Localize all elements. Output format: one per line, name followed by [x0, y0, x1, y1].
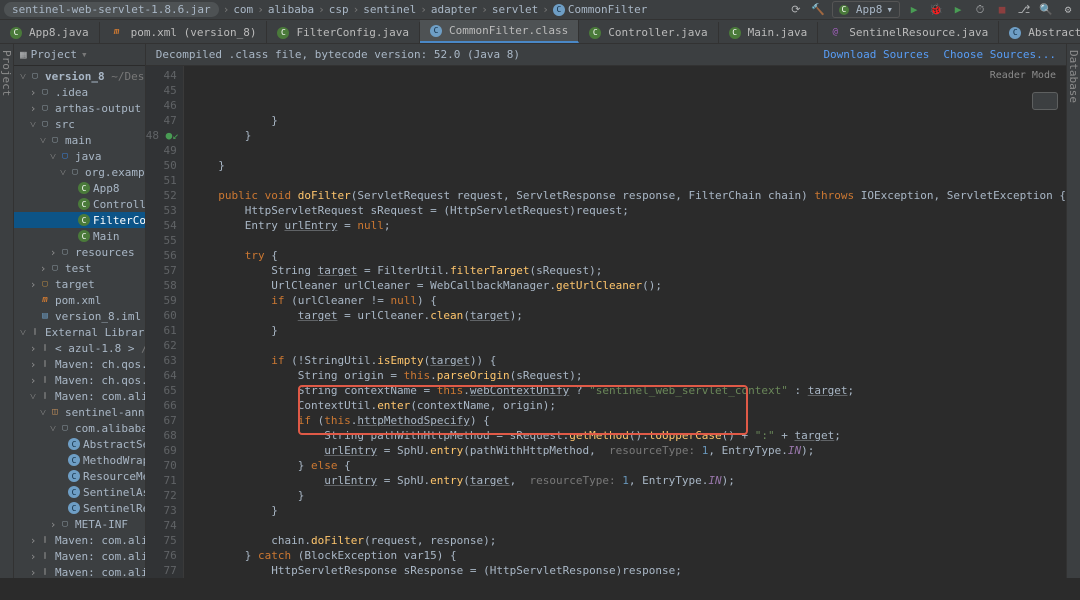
tree-item[interactable]: ˅▢org.example	[14, 164, 145, 180]
info-bar: Decompiled .class file, bytecode version…	[146, 44, 1066, 66]
tree-item[interactable]: ›⫾Maven: com.alibaba.csp:sentinel-da	[14, 548, 145, 564]
tab-controller[interactable]: CController.java	[579, 22, 718, 43]
tree-item[interactable]: ˅⫾Maven: com.alibaba.csp:sentinel-ar	[14, 388, 145, 404]
tree-item[interactable]: CMethodWrapper	[14, 452, 145, 468]
tab-pom[interactable]: mpom.xml (version_8)	[100, 21, 268, 43]
tree-item[interactable]: CSentinelAspect	[14, 484, 145, 500]
tab-app8[interactable]: CApp8.java	[0, 22, 100, 43]
editor-tabs: CApp8.java mpom.xml (version_8) CFilterC…	[0, 20, 1080, 44]
hammer-icon[interactable]: 🔨	[810, 2, 826, 18]
tree-item[interactable]: ›⫾Maven: ch.qos.logback:logback-cla	[14, 356, 145, 372]
breadcrumb: sentinel-web-servlet-1.8.6.jar ›com ›ali…	[0, 0, 1080, 20]
stop-icon[interactable]: ■	[994, 2, 1010, 18]
tree-item[interactable]: ›▢META-INF	[14, 516, 145, 532]
tree-item[interactable]: ˅▢java	[14, 148, 145, 164]
jar-pill: sentinel-web-servlet-1.8.6.jar	[4, 2, 219, 17]
run-config[interactable]: CApp8 ▾	[832, 1, 900, 18]
tab-sentinelresource[interactable]: @SentinelResource.java	[818, 21, 999, 43]
tree-item[interactable]: mpom.xml	[14, 292, 145, 308]
editor[interactable]: Reader Mode 4445464748 ●↙495051525354555…	[146, 66, 1066, 578]
gutter[interactable]: 4445464748 ●↙495051525354555657585960616…	[146, 66, 184, 578]
tree-item[interactable]: ˅▢com.alibaba.csp.sentinel.anno	[14, 420, 145, 436]
inspection-widget[interactable]	[1032, 92, 1058, 110]
tree-item[interactable]: ›▢target	[14, 276, 145, 292]
gear-icon[interactable]: ⚙	[1060, 2, 1076, 18]
tree-item[interactable]: ›⫾Maven: com.alibaba.csp:sentinel-cc	[14, 532, 145, 548]
git-icon[interactable]: ⎇	[1016, 2, 1032, 18]
tree-item[interactable]: ›▢test	[14, 260, 145, 276]
profile-icon[interactable]: ⏱	[972, 2, 988, 18]
reader-mode-toggle[interactable]: Reader Mode	[990, 70, 1056, 81]
tab-abstractsupport[interactable]: CAbstractSentinelAspectSupport.class	[999, 22, 1080, 43]
project-tree[interactable]: ▦ Project ▾ ˅▢version_8 ~/Desktop/MyTest…	[14, 44, 146, 578]
tree-item[interactable]: ›▢resources	[14, 244, 145, 260]
tab-main[interactable]: CMain.java	[719, 22, 819, 43]
tree-item[interactable]: ˅▢src	[14, 116, 145, 132]
tree-item[interactable]: ˅▢main	[14, 132, 145, 148]
run-icon[interactable]: ▶	[906, 2, 922, 18]
tree-item[interactable]: ›⫾< azul-1.8 > /Library/Java/JavaVirtu	[14, 340, 145, 356]
sync-icon[interactable]: ⟳	[788, 2, 804, 18]
tree-item[interactable]: CController	[14, 196, 145, 212]
tree-item[interactable]: CMain	[14, 228, 145, 244]
left-tool-rail[interactable]: Project	[0, 44, 14, 578]
download-sources-link[interactable]: Download Sources	[823, 48, 929, 61]
tree-item[interactable]: ˅◫sentinel-annotation-aspectj-1.8.6	[14, 404, 145, 420]
tree-item[interactable]: ›⫾Maven: com.alibaba.csp:sentinel-tr	[14, 564, 145, 578]
choose-sources-link[interactable]: Choose Sources...	[943, 48, 1056, 61]
tree-item[interactable]: ›▢arthas-output	[14, 100, 145, 116]
coverage-icon[interactable]: ▶	[950, 2, 966, 18]
tree-item[interactable]: ›⫾Maven: ch.qos.logback:logback-cor	[14, 372, 145, 388]
tab-commonfilter[interactable]: CCommonFilter.class	[420, 20, 579, 43]
tree-item[interactable]: CResourceMetadataRegistry	[14, 468, 145, 484]
search-icon[interactable]: 🔍	[1038, 2, 1054, 18]
tree-item[interactable]: CApp8	[14, 180, 145, 196]
toolbar: ⟳ 🔨 CApp8 ▾ ▶ 🐞 ▶ ⏱ ■ ⎇ 🔍 ⚙	[788, 1, 1076, 18]
right-tool-rail[interactable]: Database	[1066, 44, 1080, 578]
tree-item-selected[interactable]: CFilterConfig	[14, 212, 145, 228]
tree-root[interactable]: ˅▢version_8 ~/Desktop/MyTestCode/ver	[14, 68, 145, 84]
tree-item[interactable]: ▤version_8.iml	[14, 308, 145, 324]
code-area[interactable]: } } } public void doFilter(ServletReques…	[184, 66, 1066, 578]
tree-ext[interactable]: ˅⫾External Libraries	[14, 324, 145, 340]
tree-item[interactable]: CSentinelResourceAspect	[14, 500, 145, 516]
debug-icon[interactable]: 🐞	[928, 2, 944, 18]
sidebar-header[interactable]: ▦ Project ▾	[14, 44, 145, 66]
class-icon: C	[553, 4, 565, 16]
tab-filterconfig[interactable]: CFilterConfig.java	[267, 22, 420, 43]
tree-item[interactable]: CAbstractSentinelAspectSup	[14, 436, 145, 452]
tree-item[interactable]: ›▢.idea	[14, 84, 145, 100]
